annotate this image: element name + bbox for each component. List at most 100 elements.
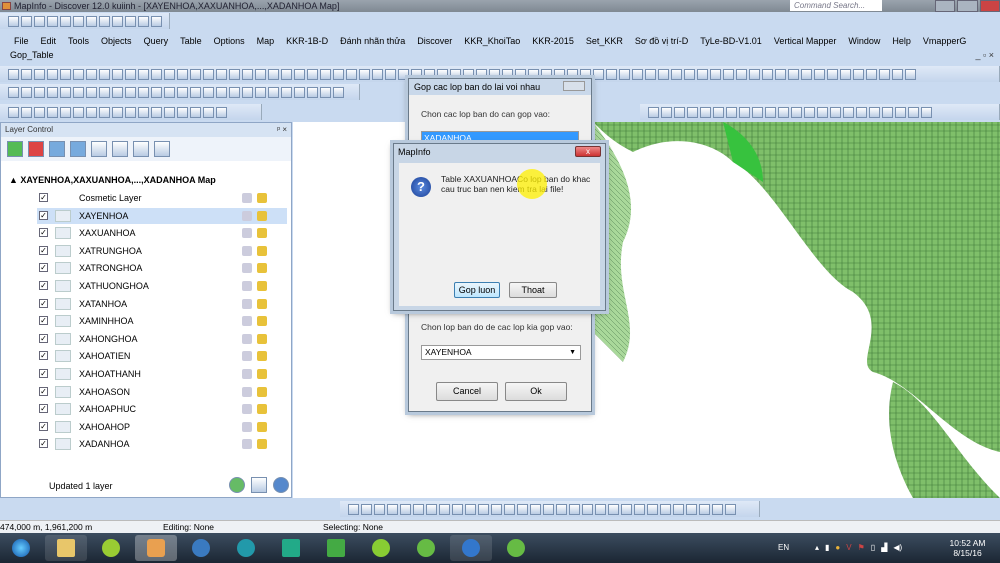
toolbar-tool-icon[interactable] — [281, 86, 292, 98]
toolbar-tool-icon[interactable] — [294, 86, 305, 98]
layer-visibility-checkbox[interactable]: ✓ — [39, 404, 48, 414]
toolbar-tool-icon[interactable] — [778, 106, 789, 118]
editable-icon[interactable] — [242, 228, 252, 239]
toolbar-tool-icon[interactable] — [190, 106, 201, 118]
menu-item[interactable]: TyLe-BD-V1.01 — [700, 34, 762, 48]
selectable-icon[interactable] — [257, 193, 267, 203]
exit-button[interactable]: Thoat — [509, 282, 557, 298]
toolbar-tool-icon[interactable] — [99, 106, 110, 118]
move-down-icon[interactable] — [70, 141, 86, 157]
toolbar-tool-icon[interactable] — [905, 68, 916, 80]
tray-coin-icon[interactable]: ● — [835, 543, 840, 552]
toolbar-tool-icon[interactable] — [190, 86, 201, 98]
toolbar-tool-icon[interactable] — [229, 86, 240, 98]
volume-icon[interactable]: ◀) — [893, 543, 902, 552]
toolbar-tool-icon[interactable] — [21, 86, 32, 98]
toolbar-tool-icon[interactable] — [268, 86, 279, 98]
toolbar-tool-icon[interactable] — [385, 68, 396, 80]
layer-visibility-checkbox[interactable]: ✓ — [39, 439, 48, 449]
toolbar-tool-icon[interactable] — [908, 106, 919, 118]
layer-visibility-checkbox[interactable]: ✓ — [39, 210, 48, 220]
target-layer-select[interactable]: XAYENHOA ▼ — [421, 345, 581, 360]
toolbar-tool-icon[interactable] — [164, 68, 175, 80]
menu-item[interactable]: KKR_KhoiTao — [464, 34, 520, 48]
clock[interactable]: 10:52 AM 8/15/16 — [945, 538, 990, 558]
toolbar-tool-icon[interactable] — [892, 68, 903, 80]
toolbar-tool-icon[interactable] — [882, 106, 893, 118]
toolbar-tool-icon[interactable] — [814, 68, 825, 80]
toolbar-tool-icon[interactable] — [164, 106, 175, 118]
toolbar-tool-icon[interactable] — [673, 503, 684, 515]
toolbar-tool-icon[interactable] — [749, 68, 760, 80]
toolbar-tool-icon[interactable] — [99, 86, 110, 98]
toolbar-tool-icon[interactable] — [151, 68, 162, 80]
toolbar-tool-icon[interactable] — [674, 106, 685, 118]
toolbar-tool-icon[interactable] — [281, 68, 292, 80]
toolbar-tool-icon[interactable] — [242, 86, 253, 98]
toolbar-tool-icon[interactable] — [216, 68, 227, 80]
toolbar-tool-icon[interactable] — [21, 15, 32, 27]
toolbar-tool-icon[interactable] — [86, 15, 97, 27]
toolbar-tool-icon[interactable] — [86, 86, 97, 98]
toolbar-tool-icon[interactable] — [203, 68, 214, 80]
layer-properties-icon[interactable] — [91, 141, 107, 157]
toolbar-tool-icon[interactable] — [86, 68, 97, 80]
menu-item[interactable]: Vertical Mapper — [774, 34, 837, 48]
toolbar-tool-icon[interactable] — [648, 106, 659, 118]
layer-visibility-checkbox[interactable]: ✓ — [39, 333, 48, 343]
toolbar-tool-icon[interactable] — [687, 106, 698, 118]
toolbar-tool-icon[interactable] — [86, 106, 97, 118]
help-icon[interactable] — [273, 477, 289, 493]
toolbar-tool-icon[interactable] — [645, 68, 656, 80]
toolbar-tool-icon[interactable] — [125, 106, 136, 118]
taskbar-app-network[interactable] — [180, 535, 222, 561]
toolbar-tool-icon[interactable] — [164, 86, 175, 98]
editable-icon[interactable] — [242, 369, 252, 379]
layer-row[interactable]: ✓ XAXUANHOA — [37, 225, 287, 241]
toolbar-tool-icon[interactable] — [73, 68, 84, 80]
toolbar-tool-icon[interactable] — [138, 86, 149, 98]
taskbar-mapinfo[interactable] — [135, 535, 177, 561]
toolbar-tool-icon[interactable] — [177, 68, 188, 80]
toolbar-tool-icon[interactable] — [530, 503, 541, 515]
toolbar-tool-icon[interactable] — [34, 15, 45, 27]
menu-item[interactable]: Discover — [417, 34, 452, 48]
toolbar-tool-icon[interactable] — [439, 503, 450, 515]
toolbar-tool-icon[interactable] — [517, 503, 528, 515]
toolbar-tool-icon[interactable] — [47, 106, 58, 118]
selectable-icon[interactable] — [257, 245, 267, 256]
toolbar-tool-icon[interactable] — [216, 86, 227, 98]
toolbar-tool-icon[interactable] — [320, 86, 331, 98]
power-icon[interactable]: ▯ — [871, 543, 875, 552]
toolbar-tool-icon[interactable] — [177, 106, 188, 118]
layer-row[interactable]: ✓ XAHOAHOP — [37, 419, 287, 435]
toolbar-tool-icon[interactable] — [593, 68, 604, 80]
toolbar-tool-icon[interactable] — [21, 106, 32, 118]
toolbar-tool-icon[interactable] — [47, 68, 58, 80]
menu-item[interactable]: Sơ đồ vị trí-D — [635, 34, 688, 48]
toolbar-tool-icon[interactable] — [73, 106, 84, 118]
layer-row[interactable]: ✓ XAMINHHOA — [37, 313, 287, 329]
taskbar-app-grid[interactable] — [270, 535, 312, 561]
command-search-input[interactable]: Command Search... — [790, 0, 882, 11]
toolbar-tool-icon[interactable] — [8, 106, 19, 118]
toolbar-tool-icon[interactable] — [569, 503, 580, 515]
layer-visibility-checkbox[interactable]: ✓ — [39, 386, 48, 396]
toolbar-tool-icon[interactable] — [700, 106, 711, 118]
toolbar-tool-icon[interactable] — [452, 503, 463, 515]
toolbar-tool-icon[interactable] — [374, 503, 385, 515]
toolbar-tool-icon[interactable] — [595, 503, 606, 515]
tray-app-icon[interactable]: ▮ — [825, 543, 829, 552]
network-signal-icon[interactable]: ▟ — [881, 543, 887, 552]
selectable-icon[interactable] — [257, 298, 267, 309]
layer-visibility-checkbox[interactable]: ✓ — [39, 245, 48, 255]
toolbar-tool-icon[interactable] — [21, 68, 32, 80]
toolbar-tool-icon[interactable] — [125, 68, 136, 80]
toolbar-tool-icon[interactable] — [843, 106, 854, 118]
toolbar-tool-icon[interactable] — [817, 106, 828, 118]
layer-visibility-checkbox[interactable]: ✓ — [39, 351, 48, 361]
toolbar-tool-icon[interactable] — [788, 68, 799, 80]
toolbar-tool-icon[interactable] — [671, 68, 682, 80]
taskbar-google-earth[interactable] — [450, 535, 492, 561]
menu-item[interactable]: File — [14, 34, 29, 48]
